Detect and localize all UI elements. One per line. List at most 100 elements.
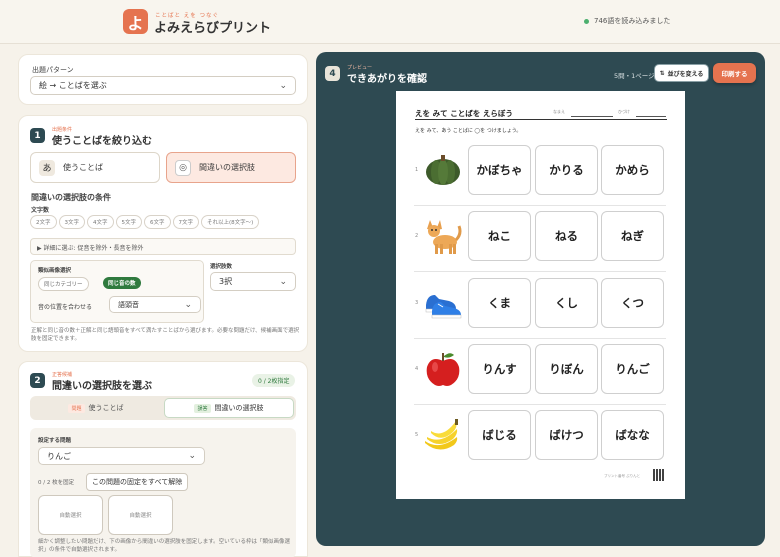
- title-rule: [415, 119, 667, 120]
- hiragana-a-icon: あ: [39, 159, 55, 176]
- worksheet-instruction: えを みて、あう ことばに ◯を つけましょう。: [415, 128, 522, 134]
- chevron-down-icon: ⌄: [279, 276, 287, 287]
- answer-choice: かぼちゃ: [468, 145, 531, 195]
- step1-title: 使うことばを絞り込む: [52, 136, 152, 147]
- cat-icon: [427, 220, 462, 254]
- name-line: [571, 116, 613, 117]
- question-number: 1: [415, 167, 419, 173]
- answer-choice: くつ: [601, 278, 664, 328]
- answer-choice: くま: [468, 278, 531, 328]
- pattern-card: 出題パターン 絵 → ことばを選ぶ ⌄: [18, 54, 308, 105]
- choice-count-value: 3択: [219, 277, 233, 286]
- toggle-distractors-label: 間違いの選択肢: [199, 163, 255, 172]
- app-header: よ ことばと えを つなぐ よみえらびプリント 746語を読み込みました: [0, 0, 780, 44]
- position-select[interactable]: 語頭音 ⌄: [109, 296, 201, 313]
- app-title: よみえらびプリント: [154, 21, 272, 36]
- step1-number: 1: [30, 128, 45, 143]
- banana-icon: [425, 419, 458, 450]
- apple-icon: [426, 353, 460, 386]
- chevron-down-icon: ⌄: [184, 299, 192, 310]
- row-divider: [414, 271, 666, 272]
- similar-box: 類似画像選択 同じカテゴリー 同じ音の数 音の位置を合わせる 語頭音 ⌄: [30, 260, 204, 323]
- status-text: 746語を読み込みました: [594, 17, 671, 25]
- pattern-select[interactable]: 絵 → ことばを選ぶ ⌄: [30, 76, 296, 95]
- answer-choice: かめら: [601, 145, 664, 195]
- row-divider: [414, 205, 666, 206]
- worksheet-title: えを みて ことばを えらぼう: [415, 109, 513, 118]
- target-select[interactable]: りんご ⌄: [38, 447, 205, 465]
- question-number: 5: [415, 432, 419, 438]
- step4-number: 4: [325, 66, 340, 81]
- choice-count-select[interactable]: 3択 ⌄: [210, 272, 296, 291]
- char-count-chip[interactable]: 5文字: [115, 215, 142, 229]
- char-count-label: 文字数: [31, 207, 50, 214]
- tab-words-tag: 問題: [68, 403, 85, 413]
- target-panel: 設定する問題 りんご ⌄ 0 / 2 枚を固定 この問題の固定をすべて解除 自動…: [30, 428, 296, 557]
- step1-note: 正解と同じ音の数＋正解と同じ語頭音をすべて満たすことばから選びます。必要な問題だ…: [31, 328, 300, 342]
- worksheet-footer: プリント番号 ぷりんと: [604, 474, 641, 478]
- target-label: 設定する問題: [38, 438, 72, 444]
- answer-choice: かりる: [535, 145, 598, 195]
- shuffle-button[interactable]: ⇅ 並びを変える: [654, 64, 709, 82]
- target-icon: ◎: [175, 159, 191, 176]
- step2-title: 間違いの選択肢を選ぶ: [52, 381, 152, 392]
- answer-choice: りんご: [601, 344, 664, 394]
- char-count-chip[interactable]: それ以上(8文字〜): [201, 215, 260, 229]
- clear-fixed-button[interactable]: この問題の固定をすべて解除: [86, 473, 189, 491]
- tab-words-label: 使うことば: [88, 404, 124, 412]
- answer-choice: ねこ: [468, 211, 531, 261]
- logo-icon: よ: [123, 9, 148, 34]
- shuffle-label: 並びを変える: [667, 70, 704, 78]
- status-dot-icon: [584, 18, 589, 24]
- cond-title: 間違いの選択肢の条件: [31, 193, 111, 202]
- fixed-count: 0 / 2 枚を固定: [38, 480, 75, 486]
- step1-card: 1 出題条件 使うことばを絞り込む あ 使うことば ◎ 間違いの選択肢 間違いの…: [18, 115, 308, 352]
- step2-note: 細かく調整したい問題だけ、下の画像から間違いの選択肢を固定します。空いている枠は…: [38, 539, 291, 553]
- char-count-chip[interactable]: 2文字: [30, 215, 57, 229]
- position-value: 語頭音: [118, 300, 139, 309]
- row-divider: [414, 404, 666, 405]
- pumpkin-icon: [426, 155, 460, 185]
- choice-count-label: 選択肢数: [210, 264, 233, 270]
- page-info: 5問・1ページ: [614, 72, 655, 80]
- chevron-down-icon: ⌄: [279, 80, 287, 91]
- toggle-words-label: 使うことば: [63, 163, 103, 172]
- load-status: 746語を読み込みました: [584, 16, 670, 26]
- tab-distractors-tag: 誤答: [194, 403, 211, 413]
- answer-choice: りんす: [468, 344, 531, 394]
- details-toggle[interactable]: ▶ 詳細に選ぶ: 促音を除外・長音を除外: [30, 238, 296, 255]
- tab-distractors[interactable]: 誤答 間違いの選択肢: [164, 398, 294, 418]
- char-count-chip[interactable]: 4文字: [87, 215, 114, 229]
- name-label: なまえ: [553, 109, 565, 114]
- qr-code-icon: [653, 469, 665, 481]
- date-line: [636, 116, 666, 117]
- similar-label: 類似画像選択: [38, 268, 72, 274]
- pattern-value: 絵 → ことばを選ぶ: [39, 81, 107, 90]
- print-button[interactable]: 印刷する: [713, 63, 756, 83]
- distractor-slot-1[interactable]: 自動選択: [38, 495, 103, 535]
- similar-category-option[interactable]: 同じカテゴリー: [38, 277, 89, 291]
- row-divider: [414, 338, 666, 339]
- toggle-words[interactable]: あ 使うことば: [30, 152, 160, 183]
- char-count-chips: 2文字 3文字 4文字 5文字 6文字 7文字 それ以上(8文字〜): [30, 215, 261, 229]
- step2-number: 2: [30, 373, 45, 388]
- similar-mora-option[interactable]: 同じ音の数: [103, 277, 141, 289]
- char-count-chip[interactable]: 3文字: [58, 215, 85, 229]
- question-number: 3: [415, 300, 419, 306]
- char-count-chip[interactable]: 6文字: [144, 215, 171, 229]
- shoes-icon: [425, 295, 462, 319]
- answer-choice: くし: [535, 278, 598, 328]
- question-number: 2: [415, 233, 419, 239]
- tab-words[interactable]: 問題 使うことば: [32, 398, 160, 418]
- question-number: 4: [415, 366, 419, 372]
- target-value: りんご: [47, 451, 71, 461]
- distractor-slot-2[interactable]: 自動選択: [108, 495, 173, 535]
- answer-choice: ねる: [535, 211, 598, 261]
- chevron-down-icon: ⌄: [188, 451, 196, 461]
- toggle-distractors[interactable]: ◎ 間違いの選択肢: [166, 152, 296, 183]
- date-label: ひづけ: [618, 109, 630, 114]
- tab-distractors-label: 間違いの選択肢: [214, 404, 264, 412]
- answer-choice: りぼん: [535, 344, 598, 394]
- answer-choice: ばけつ: [535, 410, 598, 460]
- char-count-chip[interactable]: 7文字: [172, 215, 199, 229]
